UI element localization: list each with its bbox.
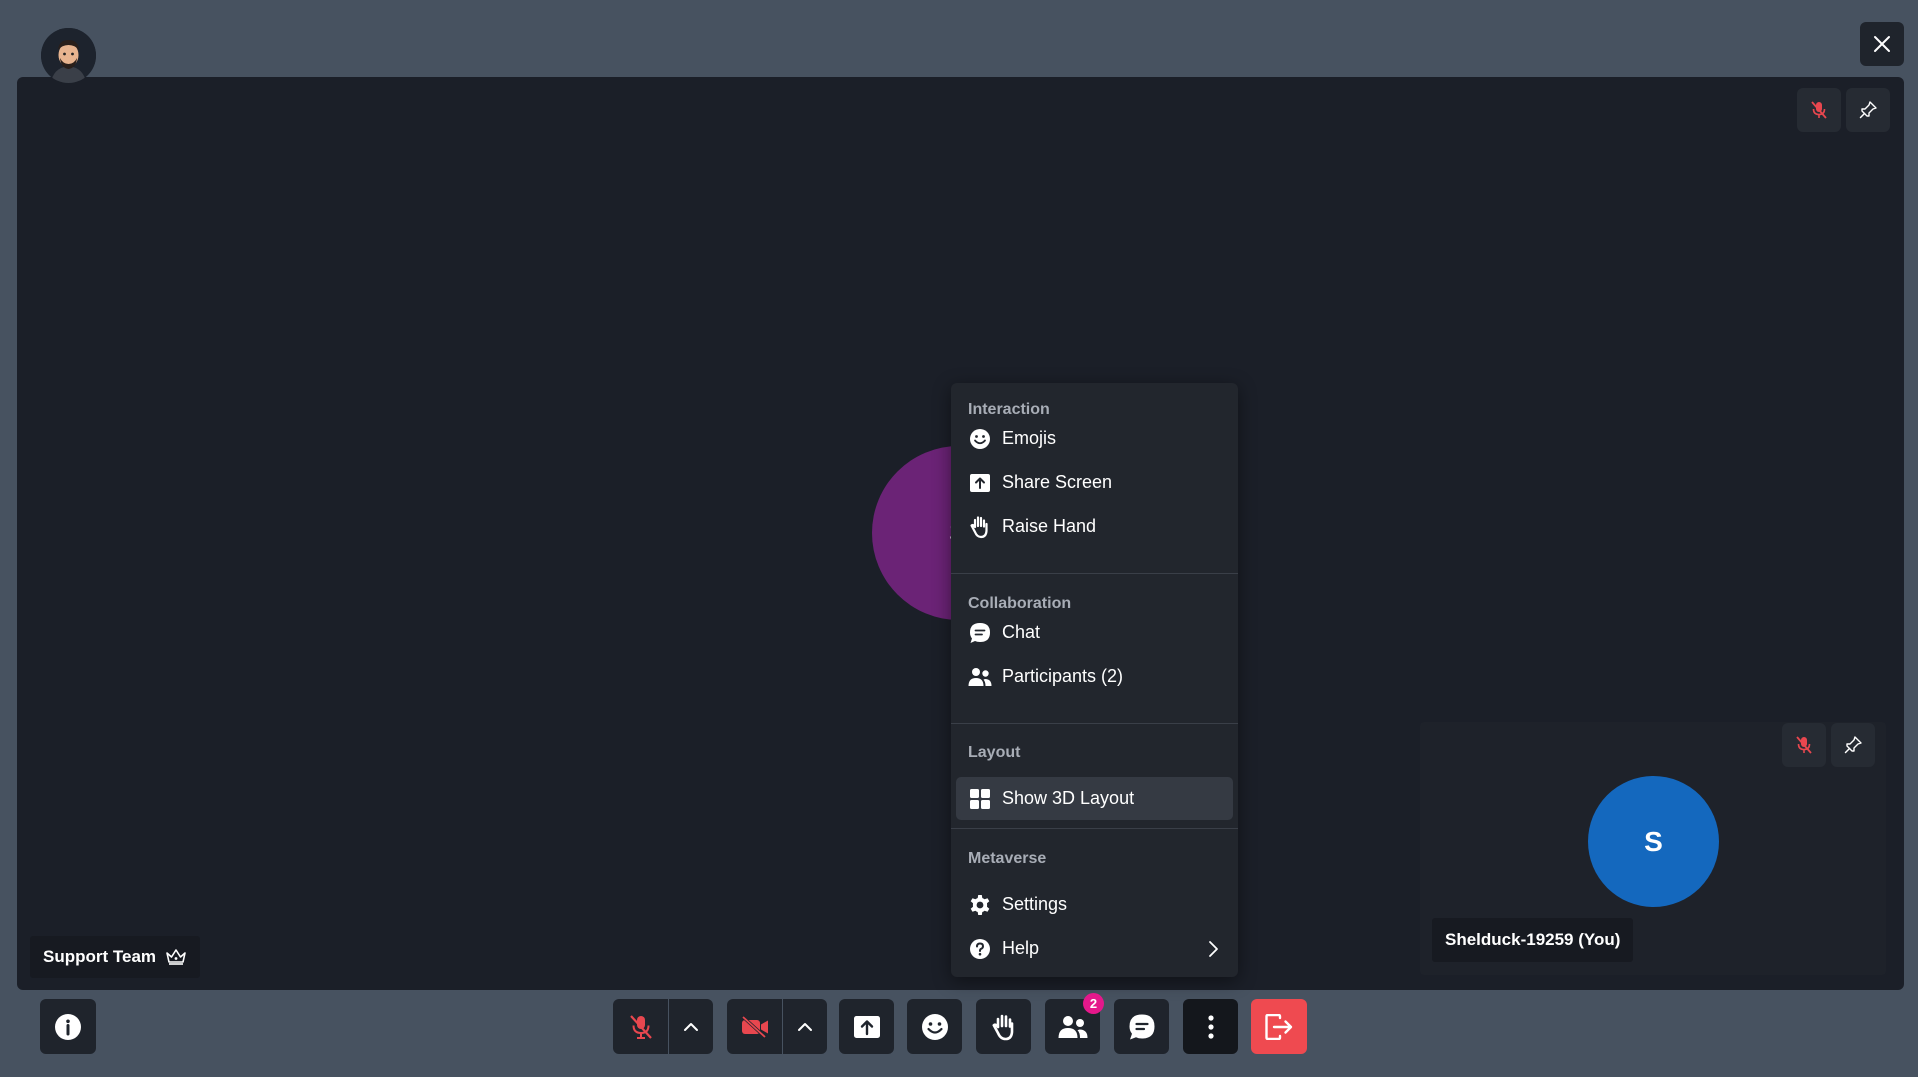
participants-count-badge: 2	[1083, 993, 1104, 1014]
self-initial: S	[1644, 825, 1663, 857]
self-name: Shelduck-19259 (You)	[1445, 930, 1621, 949]
grid-layout-icon	[968, 787, 992, 811]
mic-options-button[interactable]	[669, 999, 713, 1054]
menu-item-share-screen-label: Share Screen	[1002, 472, 1113, 492]
main-tile-mute-button[interactable]	[1797, 88, 1841, 132]
leave-icon	[1265, 1013, 1293, 1040]
raise-hand-button[interactable]	[976, 999, 1031, 1054]
more-options-menu: Interaction Emojis Share Screen Raise Ha…	[951, 383, 1238, 977]
menu-divider	[951, 828, 1238, 829]
camera-toggle-button[interactable]	[727, 999, 782, 1054]
main-participant-name-tag: Support Team	[30, 936, 201, 978]
menu-item-emojis-label: Emojis	[1002, 428, 1057, 448]
menu-item-participants[interactable]: Participants (2)	[956, 655, 1233, 698]
help-icon	[968, 937, 992, 961]
chat-icon	[1129, 1014, 1154, 1039]
mic-off-icon	[1811, 101, 1827, 119]
self-name-tag: Shelduck-19259 (You)	[1432, 918, 1634, 962]
menu-item-participants-label: Participants (2)	[1002, 666, 1124, 686]
hand-icon	[968, 515, 992, 539]
meeting-info-button[interactable]	[40, 999, 96, 1054]
menu-divider	[951, 573, 1238, 574]
menu-section-metaverse: Metaverse	[968, 850, 1047, 867]
self-tile-pin-button[interactable]	[1831, 723, 1875, 767]
share-screen-icon	[853, 1015, 880, 1038]
chat-button[interactable]	[1114, 999, 1169, 1054]
menu-item-raise-hand-label: Raise Hand	[1002, 516, 1097, 536]
menu-item-show-3d-layout[interactable]: Show 3D Layout	[956, 777, 1233, 820]
self-tile-mute-button[interactable]	[1782, 723, 1826, 767]
menu-item-settings-label: Settings	[1002, 894, 1068, 914]
menu-item-chat-label: Chat	[1002, 622, 1041, 642]
emoji-button[interactable]	[907, 999, 962, 1054]
close-icon	[1874, 36, 1890, 52]
menu-item-raise-hand[interactable]: Raise Hand	[956, 505, 1233, 548]
gear-icon	[968, 893, 992, 917]
menu-item-chat[interactable]: Chat	[956, 611, 1233, 654]
pin-icon	[1859, 101, 1877, 119]
share-screen-icon	[968, 471, 992, 495]
more-options-button[interactable]	[1183, 999, 1238, 1054]
menu-item-show-3d-layout-label: Show 3D Layout	[1002, 788, 1135, 808]
main-tile-pin-button[interactable]	[1846, 88, 1890, 132]
menu-item-help-label: Help	[1002, 938, 1040, 958]
menu-divider	[951, 723, 1238, 724]
mic-off-icon	[1796, 736, 1812, 754]
pin-icon	[1844, 736, 1862, 754]
participants-icon	[1058, 1015, 1087, 1038]
main-participant-name: Support Team	[43, 947, 157, 966]
menu-item-settings[interactable]: Settings	[956, 883, 1233, 926]
camera-options-button[interactable]	[783, 999, 827, 1054]
chevron-up-icon	[798, 1022, 812, 1031]
menu-item-emojis[interactable]: Emojis	[956, 417, 1233, 460]
menu-section-layout: Layout	[968, 744, 1021, 761]
close-button[interactable]	[1860, 22, 1904, 66]
menu-item-help[interactable]: Help	[956, 927, 1233, 970]
mic-off-icon	[629, 1014, 652, 1039]
info-icon	[55, 1013, 81, 1040]
hand-icon	[992, 1014, 1013, 1040]
menu-item-share-screen[interactable]: Share Screen	[956, 461, 1233, 504]
participants-icon	[968, 665, 992, 689]
self-avatar: S	[1588, 776, 1719, 907]
chevron-right-icon	[1209, 940, 1218, 957]
camera-off-icon	[741, 1015, 768, 1038]
chat-icon	[968, 621, 992, 645]
leave-meeting-button[interactable]	[1251, 999, 1307, 1054]
crown-icon	[166, 949, 186, 965]
user-avatar[interactable]	[41, 28, 96, 83]
share-screen-button[interactable]	[839, 999, 894, 1054]
mic-toggle-button[interactable]	[613, 999, 668, 1054]
emoji-icon	[968, 427, 992, 451]
user-avatar-illustration	[41, 28, 96, 83]
emoji-icon	[921, 1013, 948, 1040]
more-vertical-icon	[1207, 1014, 1214, 1039]
chevron-up-icon	[684, 1022, 698, 1031]
